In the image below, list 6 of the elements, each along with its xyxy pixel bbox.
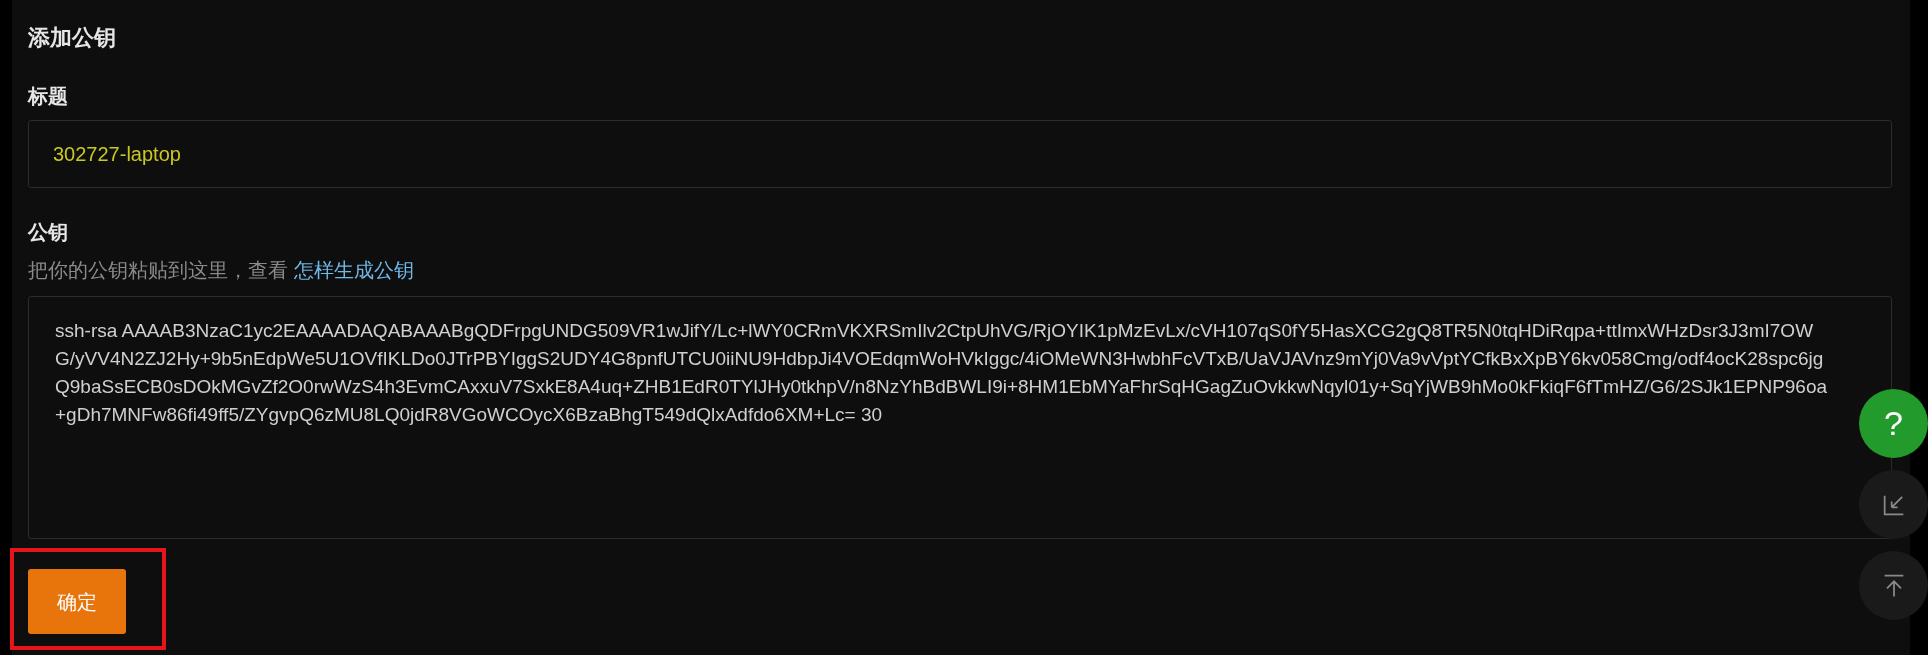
field-hint: 把你的公钥粘贴到这里，查看 怎样生成公钥 [28, 258, 414, 283]
field-label: 标题 [28, 84, 68, 109]
field-label: 公钥 [28, 220, 68, 245]
help-link[interactable]: 怎样生成公钥 [293, 259, 414, 281]
title-input[interactable]: 302727-laptop [28, 120, 1892, 188]
section-heading: 添加公钥 [28, 24, 116, 52]
